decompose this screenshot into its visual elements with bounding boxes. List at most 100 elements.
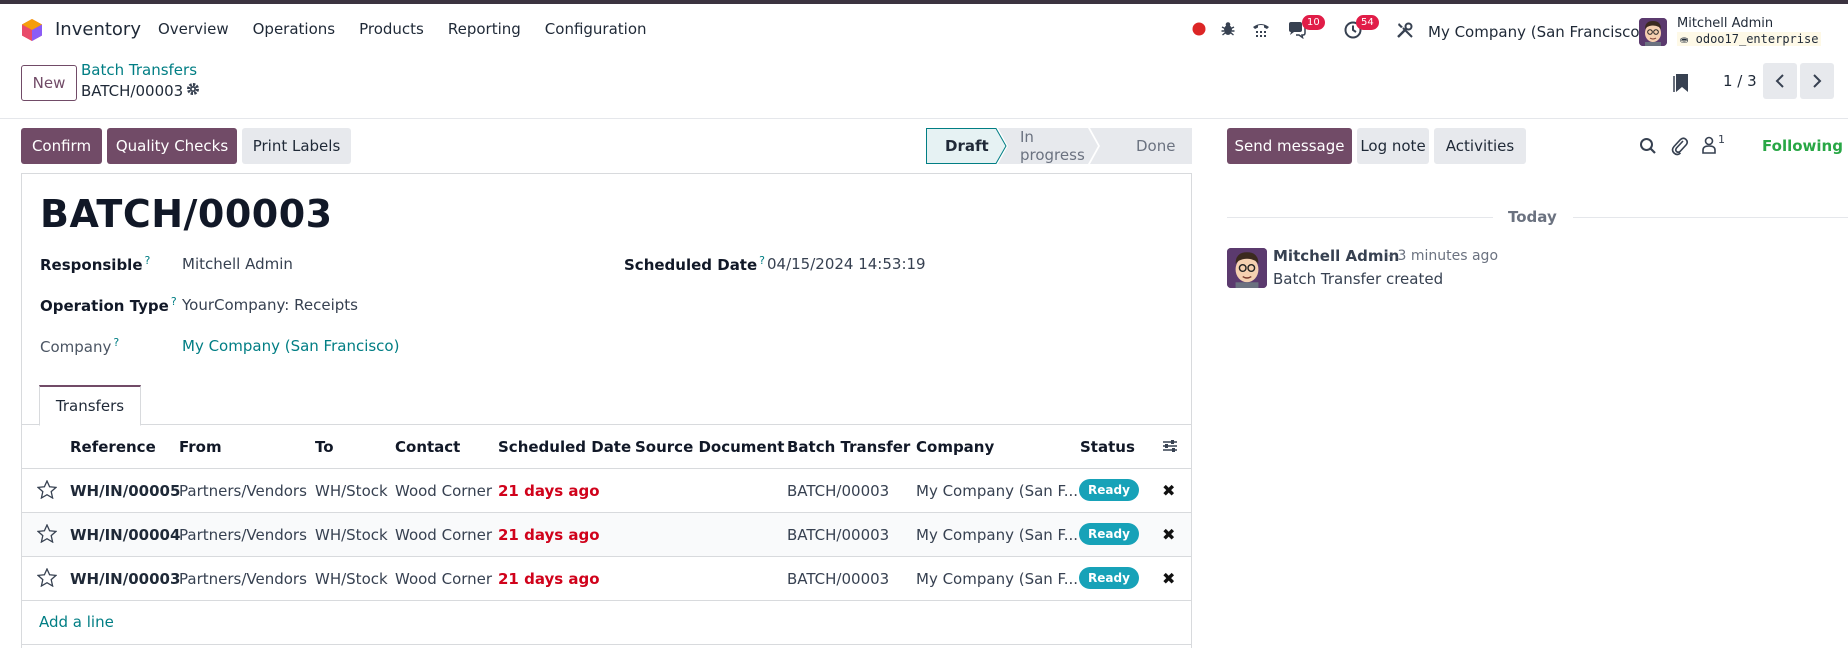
help-icon[interactable]: ? — [171, 295, 177, 308]
main-navbar: Inventory Overview Operations Products R… — [0, 4, 1848, 52]
company-field[interactable]: My Company (San Francisco) — [182, 337, 399, 355]
cell-scheduled-date: 21 days ago — [498, 482, 600, 500]
col-status[interactable]: Status — [1080, 438, 1135, 456]
cell-to: WH/Stock — [315, 526, 388, 544]
col-scheduled-date[interactable]: Scheduled Date — [498, 438, 631, 456]
status-draft[interactable]: Draft — [945, 128, 989, 164]
user-name[interactable]: Mitchell Admin — [1677, 16, 1773, 31]
operation-type-field[interactable]: YourCompany: Receipts — [182, 296, 358, 314]
transfers-table: Reference From To Contact Scheduled Date… — [22, 425, 1191, 645]
send-message-button[interactable]: Send message — [1227, 128, 1352, 164]
new-button[interactable]: New — [21, 65, 77, 101]
breadcrumb-batch-transfers[interactable]: Batch Transfers — [81, 61, 197, 79]
remove-row-icon[interactable]: ✖ — [1162, 569, 1175, 588]
col-from[interactable]: From — [179, 438, 222, 456]
status-badge: Ready — [1079, 567, 1139, 589]
add-line-row: Add a line — [22, 601, 1191, 645]
cell-to: WH/Stock — [315, 570, 388, 588]
cell-to: WH/Stock — [315, 482, 388, 500]
tools-icon[interactable] — [1394, 19, 1416, 41]
responsible-field[interactable]: Mitchell Admin — [182, 255, 293, 273]
search-icon[interactable] — [1639, 137, 1657, 159]
column-settings-icon[interactable] — [1162, 439, 1178, 457]
operation-type-label: Operation Type? — [40, 295, 177, 315]
star-icon[interactable] — [36, 523, 58, 547]
log-note-button[interactable]: Log note — [1357, 128, 1429, 164]
user-avatar[interactable] — [1639, 18, 1667, 46]
remove-row-icon[interactable]: ✖ — [1162, 525, 1175, 544]
add-line-link[interactable]: Add a line — [39, 613, 114, 631]
help-icon[interactable]: ? — [145, 254, 151, 267]
col-batch-transfer[interactable]: Batch Transfer — [787, 438, 910, 456]
col-reference[interactable]: Reference — [70, 438, 156, 456]
database-icon: ⛂ — [1680, 35, 1689, 46]
following-button[interactable]: Following — [1762, 137, 1843, 155]
message-author[interactable]: Mitchell Admin — [1273, 247, 1399, 265]
confirm-button[interactable]: Confirm — [21, 128, 102, 164]
table-row[interactable]: WH/IN/00003 Partners/Vendors WH/Stock Wo… — [22, 557, 1191, 601]
col-to[interactable]: To — [315, 438, 334, 456]
breadcrumb-current: BATCH/00003 — [81, 82, 184, 100]
gear-icon[interactable] — [186, 82, 200, 100]
scheduled-date-label-text: Scheduled Date — [624, 256, 758, 274]
star-icon[interactable] — [36, 479, 58, 503]
cell-company: My Company (San F... — [916, 482, 1079, 500]
table-row[interactable]: WH/IN/00005 Partners/Vendors WH/Stock Wo… — [22, 469, 1191, 513]
menu-products[interactable]: Products — [359, 20, 424, 38]
cell-batch-transfer: BATCH/00003 — [787, 482, 890, 500]
menu-reporting[interactable]: Reporting — [448, 20, 521, 38]
followers-icon[interactable] — [1701, 136, 1717, 158]
menu-operations[interactable]: Operations — [253, 20, 335, 38]
message-body: Batch Transfer created — [1273, 270, 1444, 288]
app-name[interactable]: Inventory — [55, 19, 141, 40]
col-source-document[interactable]: Source Document — [635, 438, 784, 456]
scheduled-date-label: Scheduled Date? — [624, 254, 765, 274]
company-label: Company? — [40, 336, 119, 356]
cell-scheduled-date: 21 days ago — [498, 526, 600, 544]
quality-checks-button[interactable]: Quality Checks — [107, 128, 237, 164]
phone-icon[interactable] — [1250, 19, 1272, 41]
table-row[interactable]: WH/IN/00004 Partners/Vendors WH/Stock Wo… — [22, 513, 1191, 557]
chatter: Send message Log note Activities 1 Follo… — [1227, 119, 1848, 648]
cell-reference: WH/IN/00004 — [70, 526, 181, 544]
print-labels-button[interactable]: Print Labels — [242, 128, 351, 164]
help-icon[interactable]: ? — [113, 336, 119, 349]
cell-reference: WH/IN/00005 — [70, 482, 181, 500]
pager-next-button[interactable] — [1800, 63, 1834, 99]
help-icon[interactable]: ? — [759, 254, 765, 267]
col-contact[interactable]: Contact — [395, 438, 460, 456]
company-label-text: Company — [40, 338, 112, 356]
tab-transfers[interactable]: Transfers — [39, 385, 141, 426]
cell-from: Partners/Vendors — [179, 526, 307, 544]
activities-button[interactable]: Activities — [1434, 128, 1526, 164]
status-in-progress[interactable]: In progress — [1020, 128, 1085, 164]
message-timestamp: - 3 minutes ago — [1388, 248, 1499, 264]
followers-count: 1 — [1718, 133, 1725, 146]
cell-contact: Wood Corner — [395, 570, 493, 588]
pager-previous-button[interactable] — [1763, 63, 1797, 99]
cell-scheduled-date: 21 days ago — [498, 570, 600, 588]
pager-value[interactable]: 1 / 3 — [1723, 72, 1757, 90]
divider — [1573, 217, 1848, 218]
bug-icon[interactable] — [1218, 19, 1238, 39]
cell-contact: Wood Corner — [395, 526, 493, 544]
scheduled-date-field[interactable]: 04/15/2024 14:53:19 — [767, 255, 926, 273]
company-switcher[interactable]: My Company (San Francisco) — [1428, 23, 1645, 41]
inventory-app-icon[interactable] — [21, 18, 43, 42]
activities-badge: 54 — [1356, 15, 1379, 30]
menu-overview[interactable]: Overview — [158, 20, 229, 38]
bookmark-icon[interactable] — [1673, 72, 1691, 98]
menu-configuration[interactable]: Configuration — [545, 20, 647, 38]
responsible-label-text: Responsible — [40, 256, 143, 274]
status-done[interactable]: Done — [1136, 128, 1175, 164]
message-author-avatar[interactable] — [1227, 248, 1267, 288]
paperclip-icon[interactable] — [1671, 136, 1689, 160]
col-company[interactable]: Company — [916, 438, 994, 456]
date-separator: Today — [1508, 208, 1557, 226]
record-title[interactable]: BATCH/00003 — [40, 192, 333, 236]
star-icon[interactable] — [36, 567, 58, 591]
record-icon[interactable] — [1190, 20, 1208, 38]
top-menu: Overview Operations Products Reporting C… — [158, 20, 671, 38]
responsible-label: Responsible? — [40, 254, 150, 274]
remove-row-icon[interactable]: ✖ — [1162, 481, 1175, 500]
